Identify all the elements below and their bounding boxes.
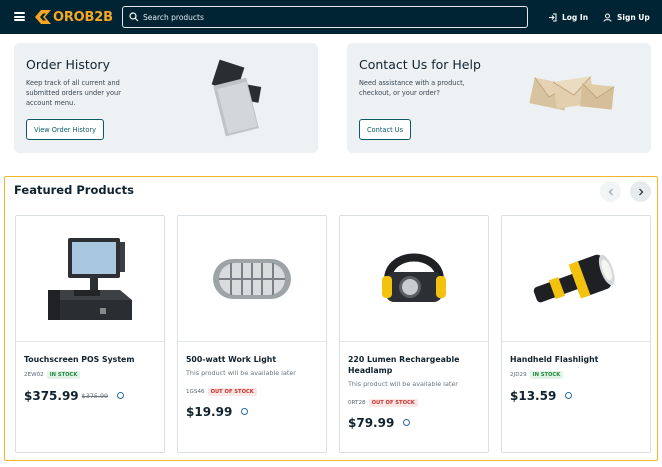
stock-badge: IN STOCK [529, 371, 564, 379]
order-history-card: Order History Keep track of all current … [14, 43, 318, 153]
documents-illustration [211, 59, 262, 137]
user-icon [603, 13, 612, 22]
chevron-right-icon [638, 188, 643, 195]
contact-us-title: Contact Us for Help [359, 57, 481, 72]
product-price: $13.59 [510, 389, 557, 403]
product-price: $375.99 [24, 389, 79, 403]
carousel-prev-button[interactable] [600, 181, 621, 202]
product-name[interactable]: Handheld Flashlight [510, 354, 644, 365]
product-image[interactable] [502, 216, 650, 342]
order-history-text: Keep track of all current and submitted … [26, 79, 121, 107]
pos-system-icon [48, 237, 132, 320]
product-sku: 0RT28 [348, 400, 366, 406]
product-image[interactable] [178, 216, 326, 342]
top-header: OROB2B Log In Sign Up [0, 0, 662, 34]
availability-note: This product will be available later [186, 369, 296, 377]
logo-icon [35, 10, 51, 24]
product-card[interactable]: Handheld Flashlight 2JD29 IN STOCK $13.5… [501, 215, 651, 453]
product-name[interactable]: 500-watt Work Light [186, 354, 320, 365]
product-image[interactable] [16, 216, 164, 342]
headlamp-icon [382, 253, 446, 302]
search-box[interactable] [122, 6, 528, 28]
stock-badge: OUT OF STOCK [207, 388, 257, 396]
logo-text: OROB2B [53, 9, 113, 25]
contact-us-card: Contact Us for Help Need assistance with… [347, 43, 651, 153]
info-icon[interactable] [117, 391, 125, 399]
info-icon[interactable] [241, 407, 249, 415]
stock-badge: IN STOCK [46, 371, 81, 379]
logo[interactable]: OROB2B [35, 9, 113, 25]
search-input[interactable] [143, 9, 523, 25]
signup-link[interactable]: Sign Up [603, 10, 650, 24]
product-price: $79.99 [348, 416, 395, 430]
menu-icon[interactable] [14, 12, 25, 21]
login-icon [549, 13, 557, 21]
flashlight-icon [533, 254, 615, 302]
contact-us-button[interactable]: Contact Us [359, 119, 412, 140]
carousel-next-button[interactable] [630, 181, 651, 202]
order-history-title: Order History [26, 57, 110, 72]
contact-us-text: Need assistance with a product, checkout… [359, 79, 465, 97]
product-name[interactable]: Touchscreen POS System [24, 354, 158, 365]
product-image[interactable] [340, 216, 488, 342]
search-icon [129, 12, 139, 22]
login-link[interactable]: Log In [548, 10, 588, 24]
info-icon[interactable] [403, 418, 411, 426]
featured-title: Featured Products [14, 183, 134, 197]
product-name[interactable]: 220 Lumen Rechargeable Headlamp [348, 354, 482, 376]
product-sku: 1GS46 [186, 389, 205, 395]
stock-badge: OUT OF STOCK [368, 399, 418, 407]
envelopes-illustration [529, 76, 615, 111]
product-card[interactable]: 220 Lumen Rechargeable Headlamp This pro… [339, 215, 489, 453]
product-sku: 2JD29 [510, 372, 527, 378]
product-sku: 2EW02 [24, 372, 44, 378]
chevron-left-icon [608, 188, 613, 195]
login-label: Log In [562, 12, 589, 22]
product-card[interactable]: 500-watt Work Light This product will be… [177, 215, 327, 453]
product-price: $19.99 [186, 405, 233, 419]
info-icon[interactable] [565, 391, 573, 399]
old-price: $375.99 [81, 392, 109, 400]
work-light-icon [213, 258, 291, 299]
view-order-history-button[interactable]: View Order History [26, 119, 105, 140]
product-card[interactable]: Touchscreen POS System 2EW02 IN STOCK $3… [15, 215, 165, 453]
availability-note: This product will be available later [348, 380, 458, 388]
signup-label: Sign Up [617, 12, 650, 22]
